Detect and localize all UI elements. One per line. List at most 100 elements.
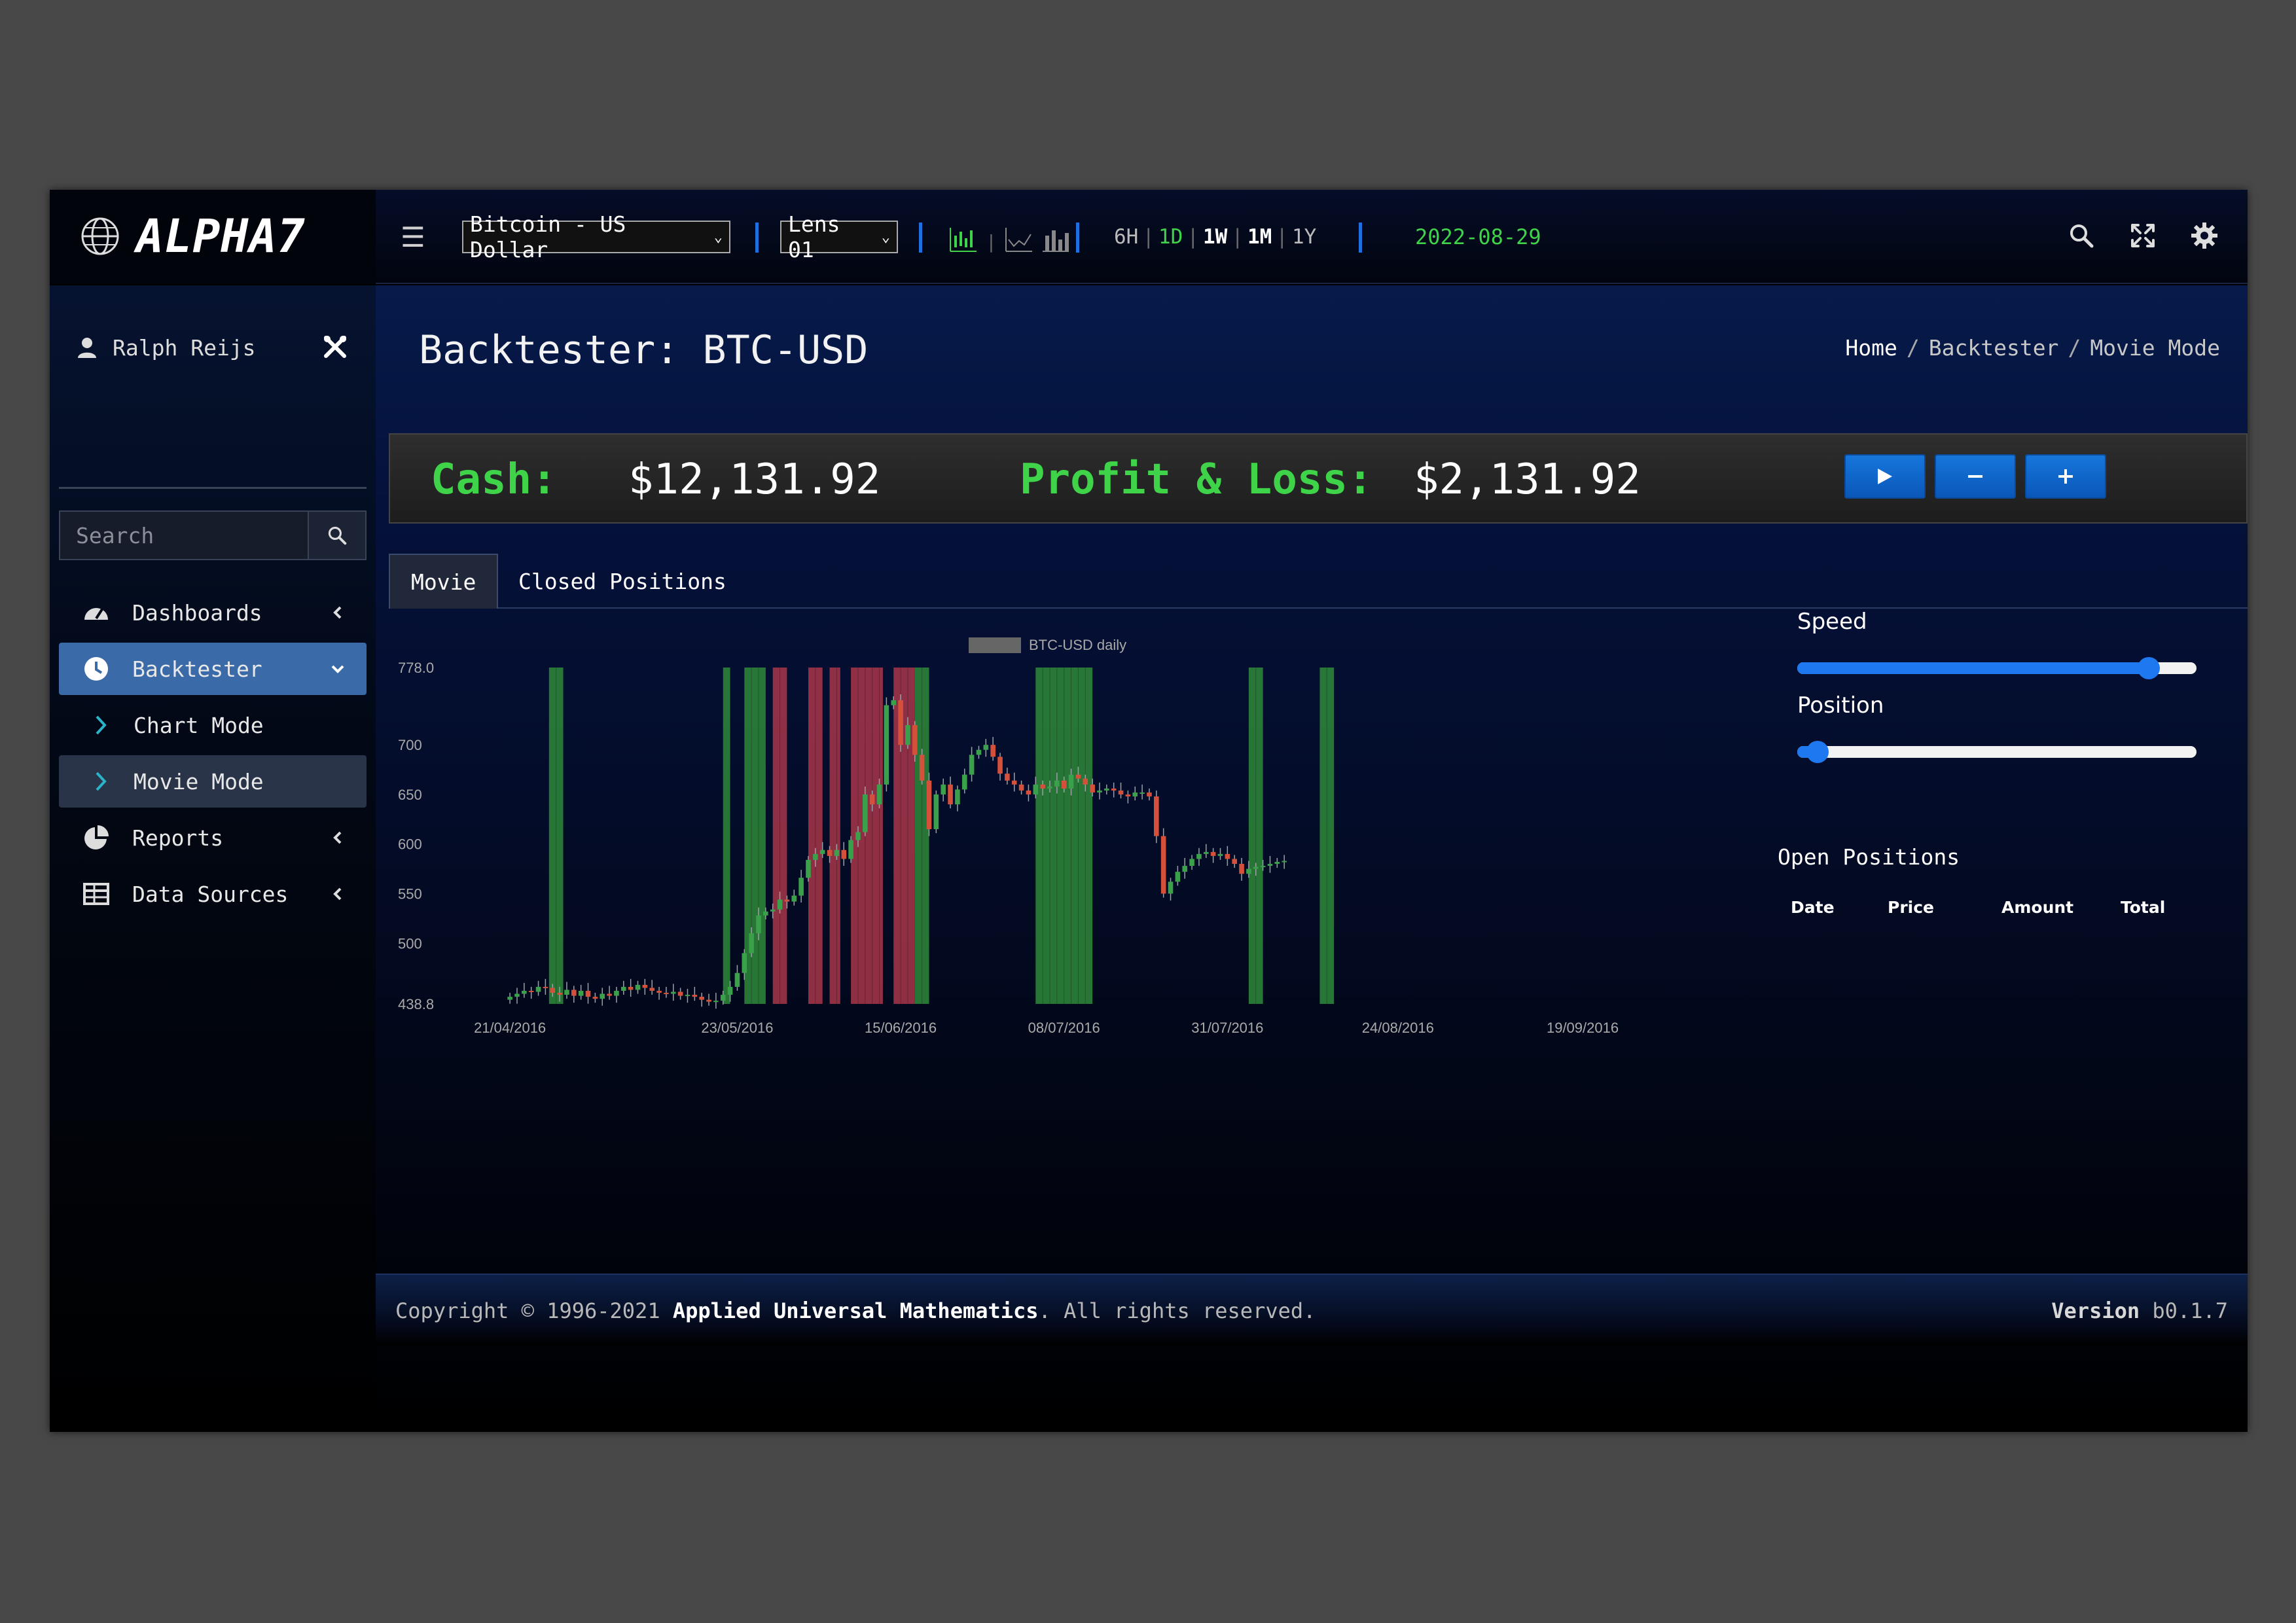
candle-body — [813, 853, 818, 860]
position-slider-handle[interactable] — [1806, 741, 1829, 763]
candle-body — [990, 745, 996, 757]
chart-type-group: | — [949, 223, 1070, 253]
version-number: b0.1.7 — [2152, 1298, 2228, 1323]
candle-body — [1118, 790, 1124, 794]
speed-label: Speed — [1797, 609, 1867, 635]
candle-body — [1274, 862, 1280, 865]
sidebar-item-movie-mode[interactable]: Movie Mode — [59, 755, 367, 808]
candle-body — [948, 784, 953, 805]
summary-bar: Cash: $12,131.92 Profit & Loss: $2,131.9… — [389, 433, 2248, 524]
tab-closed-positions[interactable]: Closed Positions — [497, 554, 747, 609]
candle-body — [564, 990, 569, 995]
candle-body — [550, 988, 556, 993]
sidebar-item-reports[interactable]: Reports — [59, 812, 367, 864]
sidebar-item-data-sources[interactable]: Data Sources — [59, 868, 367, 920]
candle-body — [620, 986, 626, 991]
candle-body — [677, 991, 683, 996]
candle-body — [898, 700, 903, 745]
menu-toggle-icon[interactable]: ☰ — [401, 190, 425, 284]
candle-body — [969, 755, 975, 775]
lens-select-value: Lens 01 — [788, 211, 840, 262]
toolbar-divider — [1359, 223, 1362, 253]
speed-up-button[interactable] — [2025, 454, 2106, 499]
candle-body — [1154, 796, 1159, 836]
current-date[interactable]: 2022-08-29 — [1415, 219, 1541, 255]
candle-body — [855, 832, 861, 840]
timeframe-1m[interactable]: 1M — [1247, 225, 1272, 249]
candle-body — [1005, 774, 1010, 781]
candle-body — [863, 794, 868, 832]
play-icon — [1878, 469, 1892, 484]
search-icon[interactable] — [2067, 221, 2096, 250]
breadcrumb-current: Movie Mode — [2090, 335, 2220, 361]
candle-body — [557, 993, 562, 995]
candle-body — [1210, 851, 1216, 856]
speed-slider-handle[interactable] — [2137, 657, 2160, 679]
timeframe-6h[interactable]: 6H — [1114, 225, 1138, 249]
chevron-down-icon — [331, 665, 344, 673]
candlestick-chart-icon[interactable] — [949, 226, 978, 253]
candle-body — [1175, 872, 1181, 882]
search-icon — [328, 526, 347, 545]
candle-body — [961, 774, 967, 790]
timeframe-group: 6H | 1D | 1W | 1M | 1Y — [1114, 219, 1316, 255]
sidebar-item-backtester[interactable]: Backtester — [59, 643, 367, 695]
line-chart-icon[interactable] — [1005, 226, 1033, 253]
play-button[interactable] — [1844, 454, 1926, 499]
brand[interactable]: ALPHA7 — [50, 190, 376, 284]
minus-icon — [1968, 475, 1982, 478]
price-chart[interactable]: BTC-USD daily 778.0 700 650 600 550 500 438.8 21… — [389, 624, 1698, 1082]
sidebar: Ralph Reijs Search Dashboards Backtester… — [50, 285, 376, 1432]
signal-band-green — [723, 668, 730, 1004]
timeframe-1y[interactable]: 1Y — [1292, 225, 1316, 249]
candle-body — [507, 997, 512, 1000]
copyright-suffix: . All rights reserved. — [1038, 1298, 1316, 1323]
position-label: Position — [1797, 692, 1884, 719]
table-icon — [83, 883, 109, 905]
top-bar: ALPHA7 ☰ Bitcoin - US Dollar ⌄ Lens 01 ⌄… — [50, 190, 2248, 284]
candle-body — [1168, 882, 1174, 894]
signal-band-green — [744, 668, 766, 1004]
gear-icon[interactable] — [2190, 221, 2219, 250]
y-tick-label: 600 — [398, 836, 422, 853]
speed-slider-fill — [1797, 662, 2149, 674]
timeframe-1d[interactable]: 1D — [1158, 225, 1183, 249]
breadcrumb-separator: / — [2068, 335, 2081, 361]
sidebar-item-chart-mode[interactable]: Chart Mode — [59, 699, 367, 751]
tools-icon[interactable] — [322, 334, 348, 360]
candle-body — [791, 895, 797, 902]
lens-select[interactable]: Lens 01 ⌄ — [780, 211, 898, 262]
copyright-prefix: Copyright © 1996-2021 — [395, 1298, 673, 1323]
column-header-amount: Amount — [2001, 898, 2074, 917]
fullscreen-icon[interactable] — [2128, 221, 2157, 250]
tab-movie[interactable]: Movie — [389, 554, 499, 609]
x-tick-label: 08/07/2016 — [1028, 1020, 1100, 1036]
user-name: Ralph Reijs — [113, 334, 256, 361]
timeframe-separator: | — [1142, 225, 1155, 249]
position-slider[interactable] — [1797, 741, 2197, 763]
speed-slider[interactable] — [1797, 657, 2197, 679]
bar-chart-icon[interactable] — [1041, 226, 1070, 253]
user-profile[interactable]: Ralph Reijs — [76, 325, 357, 370]
speed-down-button[interactable] — [1935, 454, 2016, 499]
candle-body — [1139, 792, 1145, 794]
search-button[interactable] — [308, 512, 365, 559]
timeframe-1w[interactable]: 1W — [1203, 225, 1227, 249]
candle-body — [578, 990, 584, 996]
main-content: Backtester: BTC-USD Home / Backtester / Movi… — [376, 285, 2248, 1432]
candle-body — [884, 705, 889, 785]
candle-body — [713, 1001, 719, 1003]
y-tick-label: 438.8 — [398, 996, 434, 1012]
version: Version b0.1.7 — [2051, 1298, 2228, 1323]
candle-body — [1054, 780, 1060, 787]
sidebar-item-dashboards[interactable]: Dashboards — [59, 586, 367, 639]
candle-body — [806, 859, 811, 878]
pair-select[interactable]: Bitcoin - US Dollar ⌄ — [462, 211, 730, 262]
sidebar-item-label: Dashboards — [132, 599, 262, 626]
breadcrumb-home[interactable]: Home — [1845, 335, 1897, 361]
candle-body — [1246, 868, 1251, 874]
pair-select-value: Bitcoin - US Dollar — [470, 211, 626, 262]
search-input[interactable]: Search — [60, 512, 308, 559]
candle-body — [1040, 784, 1045, 789]
breadcrumb-backtester[interactable]: Backtester — [1929, 335, 2059, 361]
